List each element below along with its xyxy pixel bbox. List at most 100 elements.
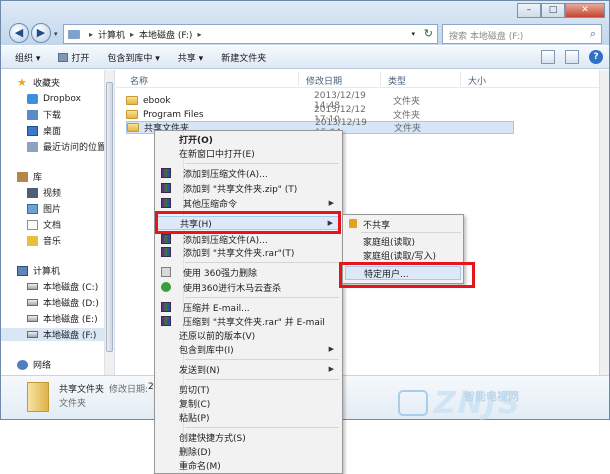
view-options-icon[interactable] xyxy=(541,50,555,64)
menu-item-copy[interactable]: 复制(C) xyxy=(157,396,340,410)
nav-item-drive-c[interactable]: 本地磁盘 (C:) xyxy=(1,280,115,293)
nav-item-drive-d[interactable]: 本地磁盘 (D:) xyxy=(1,296,115,309)
menu-item-paste[interactable]: 粘贴(P) xyxy=(157,410,340,424)
winrar-icon xyxy=(161,316,171,326)
share-item-label: 家庭组(读取/写入) xyxy=(363,251,437,262)
nav-item-dropbox[interactable]: Dropbox xyxy=(1,92,115,105)
include-library-label: 包含到库中 ▾ xyxy=(107,53,160,64)
column-name[interactable]: 名称 xyxy=(130,74,148,87)
window-buttons: – □ ✕ xyxy=(517,3,605,18)
nav-item-drive-e[interactable]: 本地磁盘 (E:) xyxy=(1,312,115,325)
menu-item-open[interactable]: 打开(O) xyxy=(157,132,340,146)
menu-item-include-library[interactable]: 包含到库中(I) ▶ xyxy=(157,342,340,356)
nav-network[interactable]: 网络 xyxy=(1,358,115,371)
column-type[interactable]: 类型 xyxy=(388,74,406,87)
nav-item-label: 桌面 xyxy=(43,127,62,137)
nav-favorites-label: 收藏夹 xyxy=(33,79,61,89)
menu-item-label: 包含到库中(I) xyxy=(179,345,234,356)
menu-separator xyxy=(185,163,339,164)
menu-item-360-scan[interactable]: 使用360进行木马云查杀 xyxy=(157,280,340,294)
drive-icon xyxy=(27,331,38,338)
breadcrumb-computer[interactable]: 计算机 xyxy=(98,28,125,41)
menu-item-label: 删除(D) xyxy=(179,447,211,458)
nav-item-pictures[interactable]: 图片 xyxy=(1,202,115,215)
breadcrumb-separator[interactable]: ▸ xyxy=(130,30,134,39)
preview-pane-icon[interactable] xyxy=(565,50,579,64)
help-icon[interactable]: ? xyxy=(589,50,603,64)
nav-computer[interactable]: 计算机 xyxy=(1,264,115,277)
nav-favorites[interactable]: ★ 收藏夹 xyxy=(1,76,115,90)
share-item-nobody[interactable]: 不共享 xyxy=(345,217,461,231)
breadcrumb-separator[interactable]: ▸ xyxy=(89,30,93,39)
winrar-icon xyxy=(161,302,171,312)
music-icon xyxy=(27,235,38,246)
menu-item-cut[interactable]: 剪切(T) xyxy=(157,382,340,396)
nav-item-downloads[interactable]: 下载 xyxy=(1,108,115,121)
organize-button[interactable]: 组织 ▾ xyxy=(15,51,40,64)
open-button[interactable]: 打开 xyxy=(58,51,89,64)
menu-item-add-rar[interactable]: 添加到 "共享文件夹.rar"(T) xyxy=(157,245,340,259)
share-button[interactable]: 共享 ▾ xyxy=(178,51,203,64)
new-folder-button[interactable]: 新建文件夹 xyxy=(221,51,266,64)
column-divider[interactable] xyxy=(298,72,299,86)
column-divider[interactable] xyxy=(380,72,381,86)
nav-item-label: 本地磁盘 (D:) xyxy=(43,299,99,309)
security-guard-icon xyxy=(161,282,171,292)
refresh-icon[interactable]: ↻ xyxy=(424,27,433,40)
menu-item-create-shortcut[interactable]: 创建快捷方式(S) xyxy=(157,430,340,444)
menu-item-label: 打开(O) xyxy=(179,135,213,146)
minimize-button[interactable]: – xyxy=(517,3,541,18)
include-library-button[interactable]: 包含到库中 ▾ xyxy=(107,51,159,64)
menu-item-label: 压缩到 "共享文件夹.rar" 并 E-mail xyxy=(183,317,325,328)
search-icon[interactable]: ⌕ xyxy=(590,27,596,41)
menu-item-add-archive-2[interactable]: 添加到压缩文件(A)... xyxy=(157,232,340,246)
menu-item-add-archive[interactable]: 添加到压缩文件(A)... xyxy=(157,166,340,180)
breadcrumb-separator[interactable]: ▸ xyxy=(197,30,201,39)
menu-item-delete[interactable]: 删除(D) xyxy=(157,444,340,458)
menu-item-label: 压缩并 E-mail... xyxy=(183,303,250,314)
menu-item-360-delete[interactable]: 使用 360强力删除 xyxy=(157,265,340,279)
menu-item-compress-rar-email[interactable]: 压缩到 "共享文件夹.rar" 并 E-mail xyxy=(157,314,340,328)
nav-item-documents[interactable]: 文档 xyxy=(1,218,115,231)
maximize-button[interactable]: □ xyxy=(541,3,565,18)
nav-item-music[interactable]: 音乐 xyxy=(1,234,115,247)
nav-scrollbar[interactable] xyxy=(104,70,114,375)
address-dropdown-icon[interactable]: ▾ xyxy=(411,30,415,38)
nav-item-recent[interactable]: 最近访问的位置 xyxy=(1,140,115,153)
breadcrumb-drive-f[interactable]: 本地磁盘 (F:) xyxy=(139,28,192,41)
menu-item-add-zip[interactable]: 添加到 "共享文件夹.zip" (T) xyxy=(157,181,340,195)
nav-item-drive-f[interactable]: 本地磁盘 (F:) xyxy=(1,328,115,341)
forward-button[interactable]: ▶ xyxy=(31,23,51,43)
file-name: ebook xyxy=(143,95,171,106)
menu-item-other-compress[interactable]: 其他压缩命令 ▶ xyxy=(157,196,340,210)
nav-libraries-label: 库 xyxy=(33,173,43,183)
nav-scroll-thumb[interactable] xyxy=(106,82,113,352)
details-type: 文件夹 xyxy=(59,399,87,409)
menu-item-label: 其他压缩命令 xyxy=(183,199,238,210)
share-item-homegroup-read[interactable]: 家庭组(读取) xyxy=(345,234,461,248)
menu-item-compress-email[interactable]: 压缩并 E-mail... xyxy=(157,300,340,314)
menu-item-send-to[interactable]: 发送到(N) ▶ xyxy=(157,362,340,376)
back-button[interactable]: ◀ xyxy=(9,23,29,43)
winrar-icon xyxy=(161,247,171,257)
nav-item-label: 本地磁盘 (C:) xyxy=(43,283,99,293)
menu-item-rename[interactable]: 重命名(M) xyxy=(157,458,340,472)
nav-item-desktop[interactable]: 桌面 xyxy=(1,124,115,137)
nav-libraries[interactable]: 库 xyxy=(1,170,115,183)
menu-item-label: 粘贴(P) xyxy=(179,413,210,424)
column-divider[interactable] xyxy=(460,72,461,86)
submenu-arrow-icon: ▶ xyxy=(328,345,334,353)
column-date[interactable]: 修改日期 xyxy=(306,74,342,87)
menu-item-restore-versions[interactable]: 还原以前的版本(V) xyxy=(157,328,340,342)
file-list-scrollbar[interactable] xyxy=(599,70,609,375)
search-input[interactable]: 搜索 本地磁盘 (F:) ⌕ xyxy=(442,24,602,44)
address-bar[interactable]: ▸ 计算机 ▸ 本地磁盘 (F:) ▸ ▾ ↻ xyxy=(63,24,438,44)
recent-pages-dropdown[interactable]: ▾ xyxy=(54,30,58,38)
column-size[interactable]: 大小 xyxy=(468,74,486,87)
nav-item-label: 视频 xyxy=(43,189,62,199)
share-item-homegroup-readwrite[interactable]: 家庭组(读取/写入) xyxy=(345,248,461,262)
folder-icon xyxy=(126,96,138,105)
menu-item-open-new-window[interactable]: 在新窗口中打开(E) xyxy=(157,146,340,160)
nav-item-videos[interactable]: 视频 xyxy=(1,186,115,199)
close-button[interactable]: ✕ xyxy=(565,3,605,18)
